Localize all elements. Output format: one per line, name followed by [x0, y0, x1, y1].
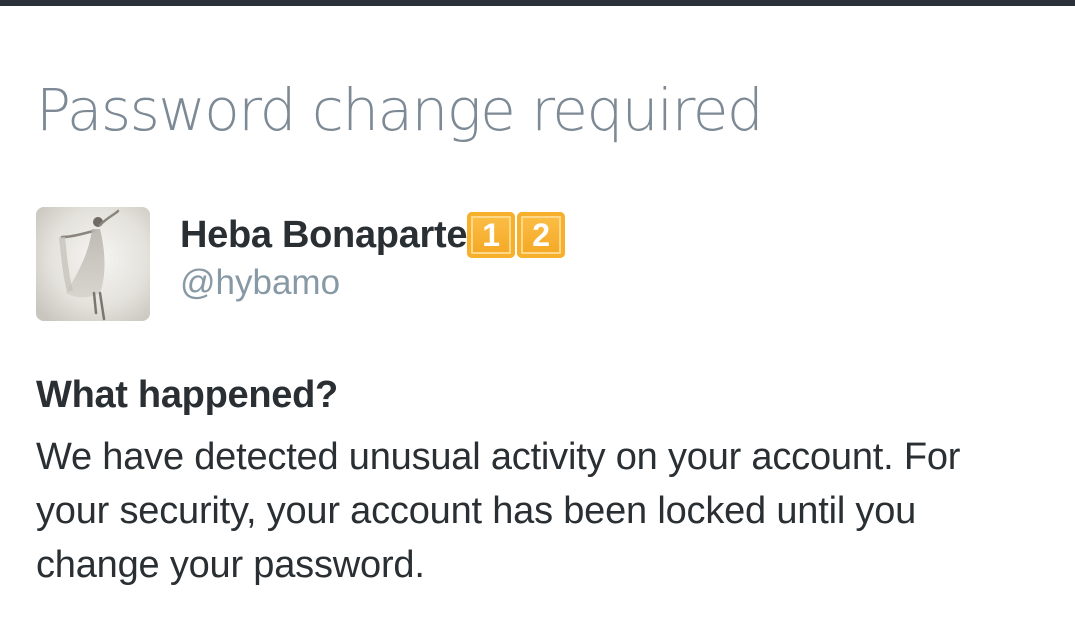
display-name: Heba Bonaparte [180, 213, 468, 256]
dancer-photo-icon [36, 207, 150, 321]
password-change-page: Password change required Heba Bonaparte … [0, 0, 1075, 633]
user-handle: @hybamo [180, 263, 341, 302]
keycap-2-icon: 2 [517, 212, 566, 258]
notice-body: We have detected unusual activity on you… [36, 436, 961, 586]
avatar [36, 207, 150, 321]
top-bar [0, 0, 1075, 6]
display-name-row: Heba Bonaparte 1 2 [180, 211, 566, 259]
account-profile: Heba Bonaparte 1 2 @hybamo [36, 207, 736, 322]
what-happened-heading: What happened? [36, 374, 338, 416]
keycap-1-icon: 1 [467, 212, 516, 258]
page-title: Password change required [36, 76, 764, 144]
